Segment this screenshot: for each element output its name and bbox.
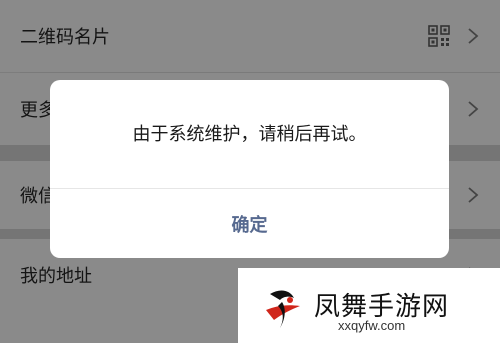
site-watermark: 凤舞手游网 xxqyfw.com xyxy=(238,268,500,343)
chevron-right-icon xyxy=(468,101,479,117)
watermark-url: xxqyfw.com xyxy=(338,318,406,333)
list-item-label: 我的地址 xyxy=(20,266,92,287)
chevron-right-icon xyxy=(468,28,479,44)
list-item-qr-card[interactable]: 二维码名片 xyxy=(0,0,500,72)
phoenix-logo-icon xyxy=(266,290,300,328)
qr-code-icon xyxy=(428,25,450,47)
chevron-right-icon xyxy=(468,187,479,203)
confirm-button[interactable]: 确定 xyxy=(50,189,449,258)
dialog-message: 由于系统维护，请稍后再试。 xyxy=(132,124,367,145)
alert-dialog: 由于系统维护，请稍后再试。 确定 xyxy=(50,80,449,258)
list-item-label: 二维码名片 xyxy=(20,27,110,48)
